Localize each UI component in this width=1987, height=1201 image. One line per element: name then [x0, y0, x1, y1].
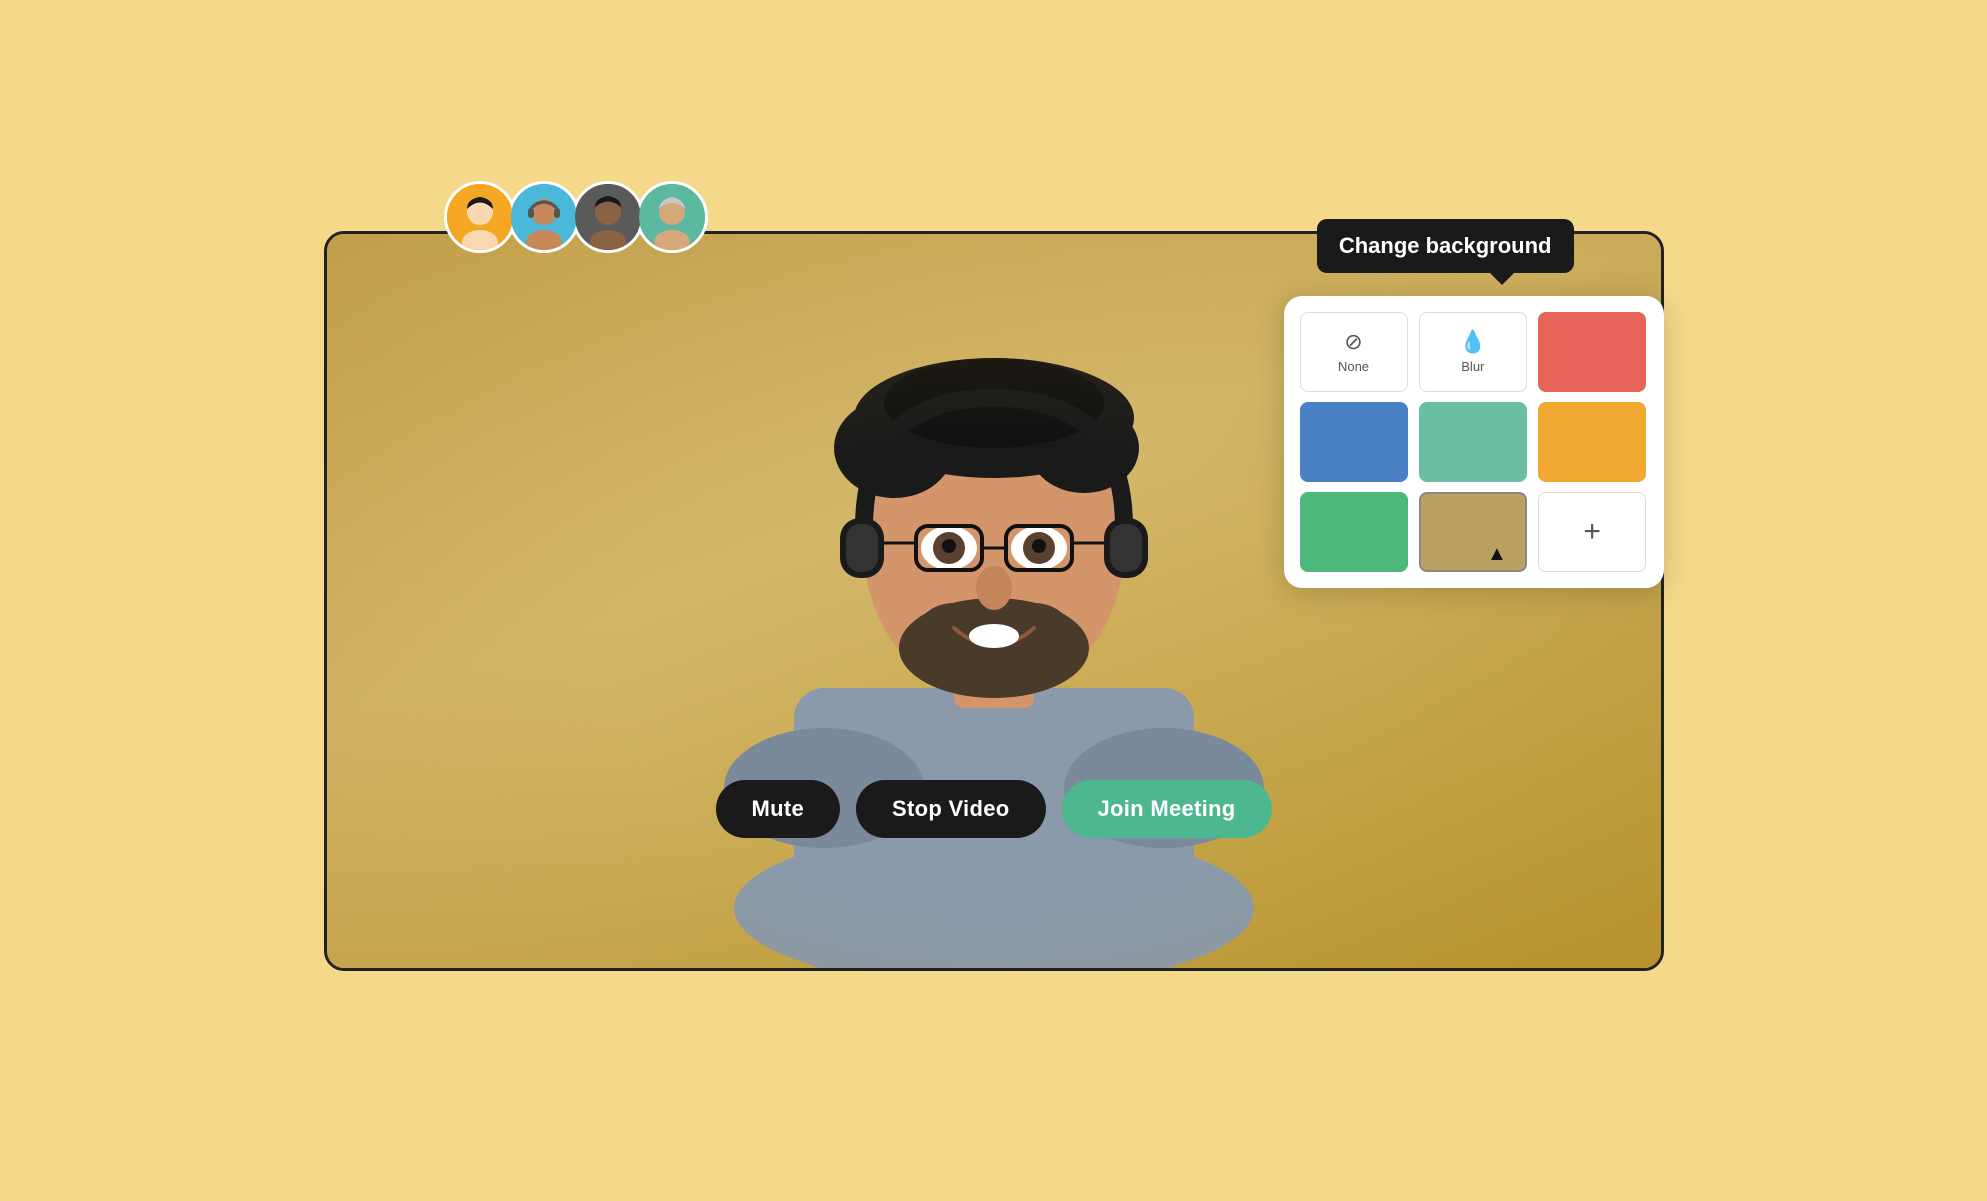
add-icon: +: [1583, 517, 1601, 547]
bg-option-none[interactable]: ⊘ None: [1300, 312, 1408, 392]
blur-label: Blur: [1461, 359, 1484, 374]
mute-button[interactable]: Mute: [715, 780, 840, 838]
blur-icon: 💧: [1459, 329, 1486, 355]
bg-option-red[interactable]: [1538, 312, 1646, 392]
stop-video-button[interactable]: Stop Video: [856, 780, 1046, 838]
bg-option-tan[interactable]: ▲: [1419, 492, 1527, 572]
join-meeting-button[interactable]: Join Meeting: [1061, 780, 1271, 838]
bg-option-teal[interactable]: [1419, 402, 1527, 482]
change-background-tooltip: Change background: [1317, 219, 1574, 273]
controls-bar: Mute Stop Video Join Meeting: [715, 780, 1271, 838]
avatar-3[interactable]: [572, 181, 644, 253]
person-illustration: [644, 231, 1344, 968]
none-label: None: [1338, 359, 1369, 374]
scene-wrapper: Mute Stop Video Join Meeting Change back…: [244, 151, 1744, 1051]
avatar-1[interactable]: [444, 181, 516, 253]
bg-option-green[interactable]: [1300, 492, 1408, 572]
bg-option-blur[interactable]: 💧 Blur: [1419, 312, 1527, 392]
background-picker-panel: ⊘ None 💧 Blur ▲ +: [1284, 296, 1664, 588]
none-icon: ⊘: [1344, 329, 1362, 355]
avatars-row: [444, 181, 708, 253]
avatar-2[interactable]: [508, 181, 580, 253]
cursor-icon: ▲: [1487, 543, 1507, 566]
bg-option-yellow[interactable]: [1538, 402, 1646, 482]
avatar-4[interactable]: [636, 181, 708, 253]
bg-option-add[interactable]: +: [1538, 492, 1646, 572]
bg-option-blue[interactable]: [1300, 402, 1408, 482]
bg-grid: ⊘ None 💧 Blur ▲ +: [1300, 312, 1648, 572]
